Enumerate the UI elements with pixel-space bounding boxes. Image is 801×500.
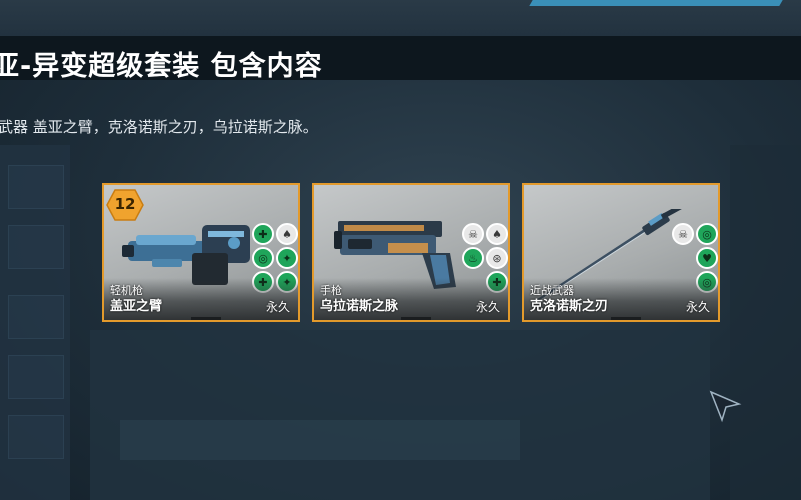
skull-icon: ☠ [672, 223, 694, 245]
card-bottom-bar [611, 317, 642, 320]
card-bottom-bar [191, 317, 222, 320]
duration-label: 永久 [685, 300, 710, 314]
item-card-uranus-vein[interactable]: ☠ ♠ ♨ ⊛ ✚ 手枪 乌拉诺斯之脉 永久 [312, 183, 510, 322]
page-title: 亚-异变超级套装 包含内容 [0, 51, 323, 82]
card-bottom-bar [401, 317, 432, 320]
left-list-row [8, 355, 64, 399]
flame-icon: ♨ [462, 247, 484, 269]
left-list-row [8, 165, 64, 209]
duration-label: 永久 [475, 300, 500, 314]
item-card-gaia-arm[interactable]: 12 ♠ ✚ ◎ ✦ ✚ ✦ 轻机枪 盖亚之臂 永久 [102, 183, 300, 322]
lower-strip-background [120, 420, 520, 460]
mouse-cursor-icon [709, 390, 742, 423]
contents-description: 武器 盖亚之臂，克洛诺斯之刃，乌拉诺斯之脉。 [0, 118, 318, 136]
right-panel-background [730, 145, 801, 500]
weapon-name: 克洛诺斯之刃 [530, 299, 609, 314]
duration-label: 永久 [265, 300, 290, 314]
top-accent-stripe [529, 0, 783, 6]
swirl-icon: ⊛ [486, 247, 508, 269]
level-number: 12 [114, 195, 136, 213]
weapon-name: 盖亚之臂 [110, 299, 163, 314]
skull-icon: ☠ [462, 223, 484, 245]
weapon-name: 乌拉诺斯之脉 [320, 299, 399, 314]
crosshair-icon: ✚ [252, 223, 274, 245]
machine-gun-icon [122, 225, 250, 285]
left-list-row [8, 225, 64, 269]
item-card-kronos-blade[interactable]: ☠ ◎ ♥ ◎ 近战武器 克洛诺斯之刃 永久 [522, 183, 720, 322]
target-icon: ◎ [252, 247, 274, 269]
left-list-row [8, 295, 64, 339]
spade-icon: ♠ [486, 223, 508, 245]
lower-panel-background [90, 330, 710, 500]
left-list-row [8, 415, 64, 459]
spade-icon: ♠ [276, 223, 298, 245]
gun-icon: ✦ [276, 247, 298, 269]
left-list-background [0, 145, 70, 500]
heart-icon: ♥ [696, 247, 718, 269]
target-icon: ◎ [696, 223, 718, 245]
